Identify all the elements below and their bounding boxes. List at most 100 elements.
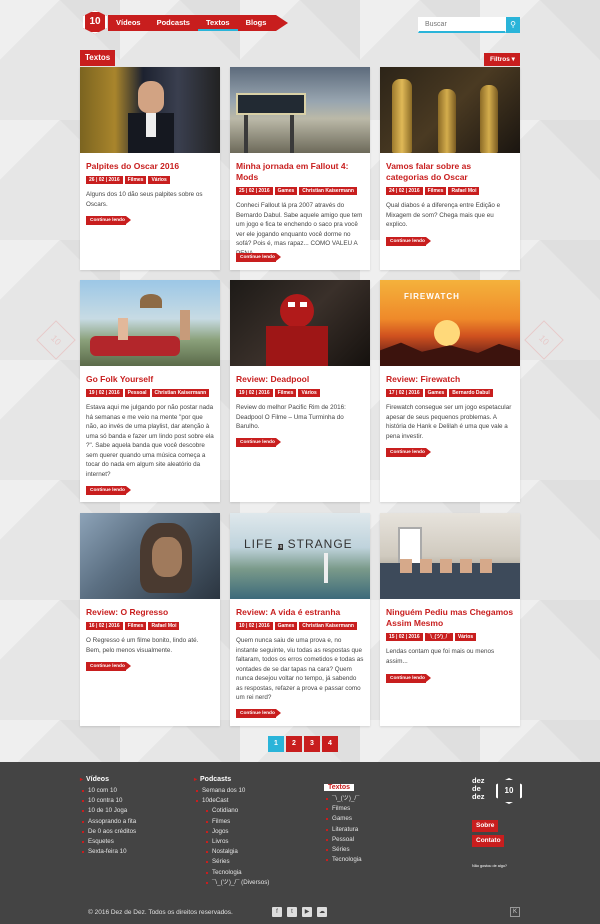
continue-reading-button[interactable]: Continue lendo xyxy=(236,438,281,447)
author-tag[interactable]: Vários xyxy=(298,389,320,397)
footer-link[interactable]: 10 com 10 xyxy=(81,786,136,796)
footer-link[interactable]: Jogos xyxy=(205,827,269,837)
footer-link[interactable]: Games xyxy=(326,814,362,824)
contato-button[interactable]: Contato xyxy=(472,835,504,847)
footer-link[interactable]: Pessoal xyxy=(326,835,362,845)
article-card[interactable]: Palpites do Oscar 2016 26 | 02 | 2016 Fi… xyxy=(80,67,220,270)
footer-link[interactable]: Assoprando a fita xyxy=(81,817,136,827)
article-card[interactable]: Review: Deadpool 19 | 02 | 2016 Filmes V… xyxy=(230,280,370,502)
author-tag[interactable]: Vários xyxy=(148,176,170,184)
footer-link[interactable]: Cotidiano xyxy=(205,806,269,816)
article-image[interactable] xyxy=(80,513,220,599)
author-tag[interactable]: Christian Kaisermann xyxy=(151,389,210,397)
article-image[interactable] xyxy=(380,513,520,599)
site-logo[interactable]: 10 xyxy=(83,10,107,34)
continue-reading-button[interactable]: Continue lendo xyxy=(386,674,431,683)
continue-reading-button[interactable]: Continue lendo xyxy=(86,662,131,671)
page-3[interactable]: 3 xyxy=(304,736,320,752)
footer-link[interactable]: Filmes xyxy=(205,817,269,827)
footer-link[interactable]: Tecnologia xyxy=(205,868,269,878)
footer-link[interactable]: Sexta-feira 10 xyxy=(81,847,136,857)
article-title[interactable]: Review: O Regresso xyxy=(80,607,220,618)
footer-link[interactable]: Nostalgia xyxy=(205,847,269,857)
footer-link[interactable]: Literatura xyxy=(326,825,362,835)
page-2[interactable]: 2 xyxy=(286,736,302,752)
sobre-button[interactable]: Sobre xyxy=(472,820,498,832)
article-image[interactable]: FIREWATCH xyxy=(380,280,520,366)
footer-link[interactable]: Semana dos 10 xyxy=(195,786,269,796)
footer-link[interactable]: Tecnologia xyxy=(326,855,362,865)
twitter-icon[interactable]: t xyxy=(287,907,297,917)
continue-reading-button[interactable]: Continue lendo xyxy=(236,709,281,718)
search-input[interactable] xyxy=(418,17,506,33)
article-image[interactable] xyxy=(80,280,220,366)
footer-link[interactable]: ¯\_(ツ)_/¯ xyxy=(326,794,362,804)
article-image[interactable] xyxy=(230,280,370,366)
footer-link[interactable]: Séries xyxy=(205,857,269,867)
article-title[interactable]: Vamos falar sobre as categorias do Oscar xyxy=(380,161,520,183)
credit-badge-icon[interactable]: K xyxy=(510,907,520,917)
facebook-icon[interactable]: f xyxy=(272,907,282,917)
article-card[interactable]: Go Folk Yourself 19 | 02 | 2016 Pessoal … xyxy=(80,280,220,502)
category-tag[interactable]: ¯\_(ツ)_/¯ xyxy=(424,633,453,641)
continue-reading-button[interactable]: Continue lendo xyxy=(86,216,131,225)
article-card[interactable]: LIFE is STRANGE Review: A vida é estranh… xyxy=(230,513,370,726)
category-tag[interactable]: Filmes xyxy=(424,187,447,195)
footer-videos-title[interactable]: Vídeos xyxy=(80,776,136,783)
footer-link[interactable]: 10 de 10 Joga xyxy=(81,806,136,816)
category-tag[interactable]: Filmes xyxy=(124,622,147,630)
category-tag[interactable]: Filmes xyxy=(124,176,147,184)
category-tag[interactable]: Filmes xyxy=(274,389,297,397)
article-image[interactable] xyxy=(80,67,220,153)
footer-link[interactable]: ¯\_(ツ)_/¯ (Diversos) xyxy=(205,878,269,888)
article-title[interactable]: Minha jornada em Fallout 4: Mods xyxy=(230,161,370,183)
nav-podcasts[interactable]: Podcasts xyxy=(149,15,198,31)
footer-podcasts-title[interactable]: Podcasts xyxy=(194,776,269,783)
category-tag[interactable]: Games xyxy=(274,622,298,630)
soundcloud-icon[interactable]: ☁ xyxy=(317,907,327,917)
article-title[interactable]: Review: Firewatch xyxy=(380,374,520,385)
continue-reading-button[interactable]: Continue lendo xyxy=(386,237,431,246)
article-title[interactable]: Ninguém Pediu mas Chegamos Assim Mesmo xyxy=(380,607,520,629)
article-card[interactable]: Vamos falar sobre as categorias do Oscar… xyxy=(380,67,520,270)
footer-textos-title[interactable]: Textos xyxy=(324,784,355,791)
continue-reading-button[interactable]: Continue lendo xyxy=(86,486,131,495)
continue-reading-button[interactable]: Continue lendo xyxy=(236,253,281,262)
author-tag[interactable]: Rafael Moi xyxy=(448,187,480,195)
article-title[interactable]: Go Folk Yourself xyxy=(80,374,220,385)
article-image[interactable] xyxy=(380,67,520,153)
article-title[interactable]: Palpites do Oscar 2016 xyxy=(80,161,220,172)
article-card[interactable]: Minha jornada em Fallout 4: Mods 25 | 02… xyxy=(230,67,370,270)
footer-link[interactable]: Esquetes xyxy=(81,837,136,847)
author-tag[interactable]: Vários xyxy=(454,633,477,641)
filter-button[interactable]: Filtros ▾ xyxy=(484,53,520,66)
author-tag[interactable]: Christian Kaisermann xyxy=(299,187,357,195)
category-tag[interactable]: Games xyxy=(424,389,448,397)
nav-textos[interactable]: Textos xyxy=(197,15,238,31)
continue-reading-button[interactable]: Continue lendo xyxy=(386,448,431,457)
footer-link[interactable]: Livros xyxy=(205,837,269,847)
article-image[interactable]: LIFE is STRANGE xyxy=(230,513,370,599)
author-tag[interactable]: Christian Kaisermann xyxy=(299,622,357,630)
category-tag[interactable]: Pessoal xyxy=(124,389,150,397)
article-card[interactable]: Ninguém Pediu mas Chegamos Assim Mesmo 1… xyxy=(380,513,520,726)
category-tag[interactable]: Games xyxy=(274,187,298,195)
author-tag[interactable]: Rafael Moi xyxy=(148,622,180,630)
article-card[interactable]: Review: O Regresso 16 | 02 | 2016 Filmes… xyxy=(80,513,220,726)
article-title[interactable]: Review: Deadpool xyxy=(230,374,370,385)
article-card[interactable]: FIREWATCH Review: Firewatch 17 | 02 | 20… xyxy=(380,280,520,502)
youtube-icon[interactable]: ▶ xyxy=(302,907,312,917)
nav-blogs[interactable]: Blogs xyxy=(238,15,275,31)
page-4[interactable]: 4 xyxy=(322,736,338,752)
article-title[interactable]: Review: A vida é estranha xyxy=(230,607,370,618)
page-1[interactable]: 1 xyxy=(268,736,284,752)
author-tag[interactable]: Bernardo Dabul xyxy=(449,389,493,397)
footer-link[interactable]: 10deCast xyxy=(195,796,269,806)
search-icon[interactable]: ⚲ xyxy=(506,17,520,33)
footer-link[interactable]: De 0 aos créditos xyxy=(81,827,136,837)
footer-link[interactable]: Filmes xyxy=(326,804,362,814)
footer-link[interactable]: 10 contra 10 xyxy=(81,796,136,806)
footer-link[interactable]: Séries xyxy=(326,845,362,855)
nav-videos[interactable]: Vídeos xyxy=(108,15,149,31)
article-image[interactable] xyxy=(230,67,370,153)
